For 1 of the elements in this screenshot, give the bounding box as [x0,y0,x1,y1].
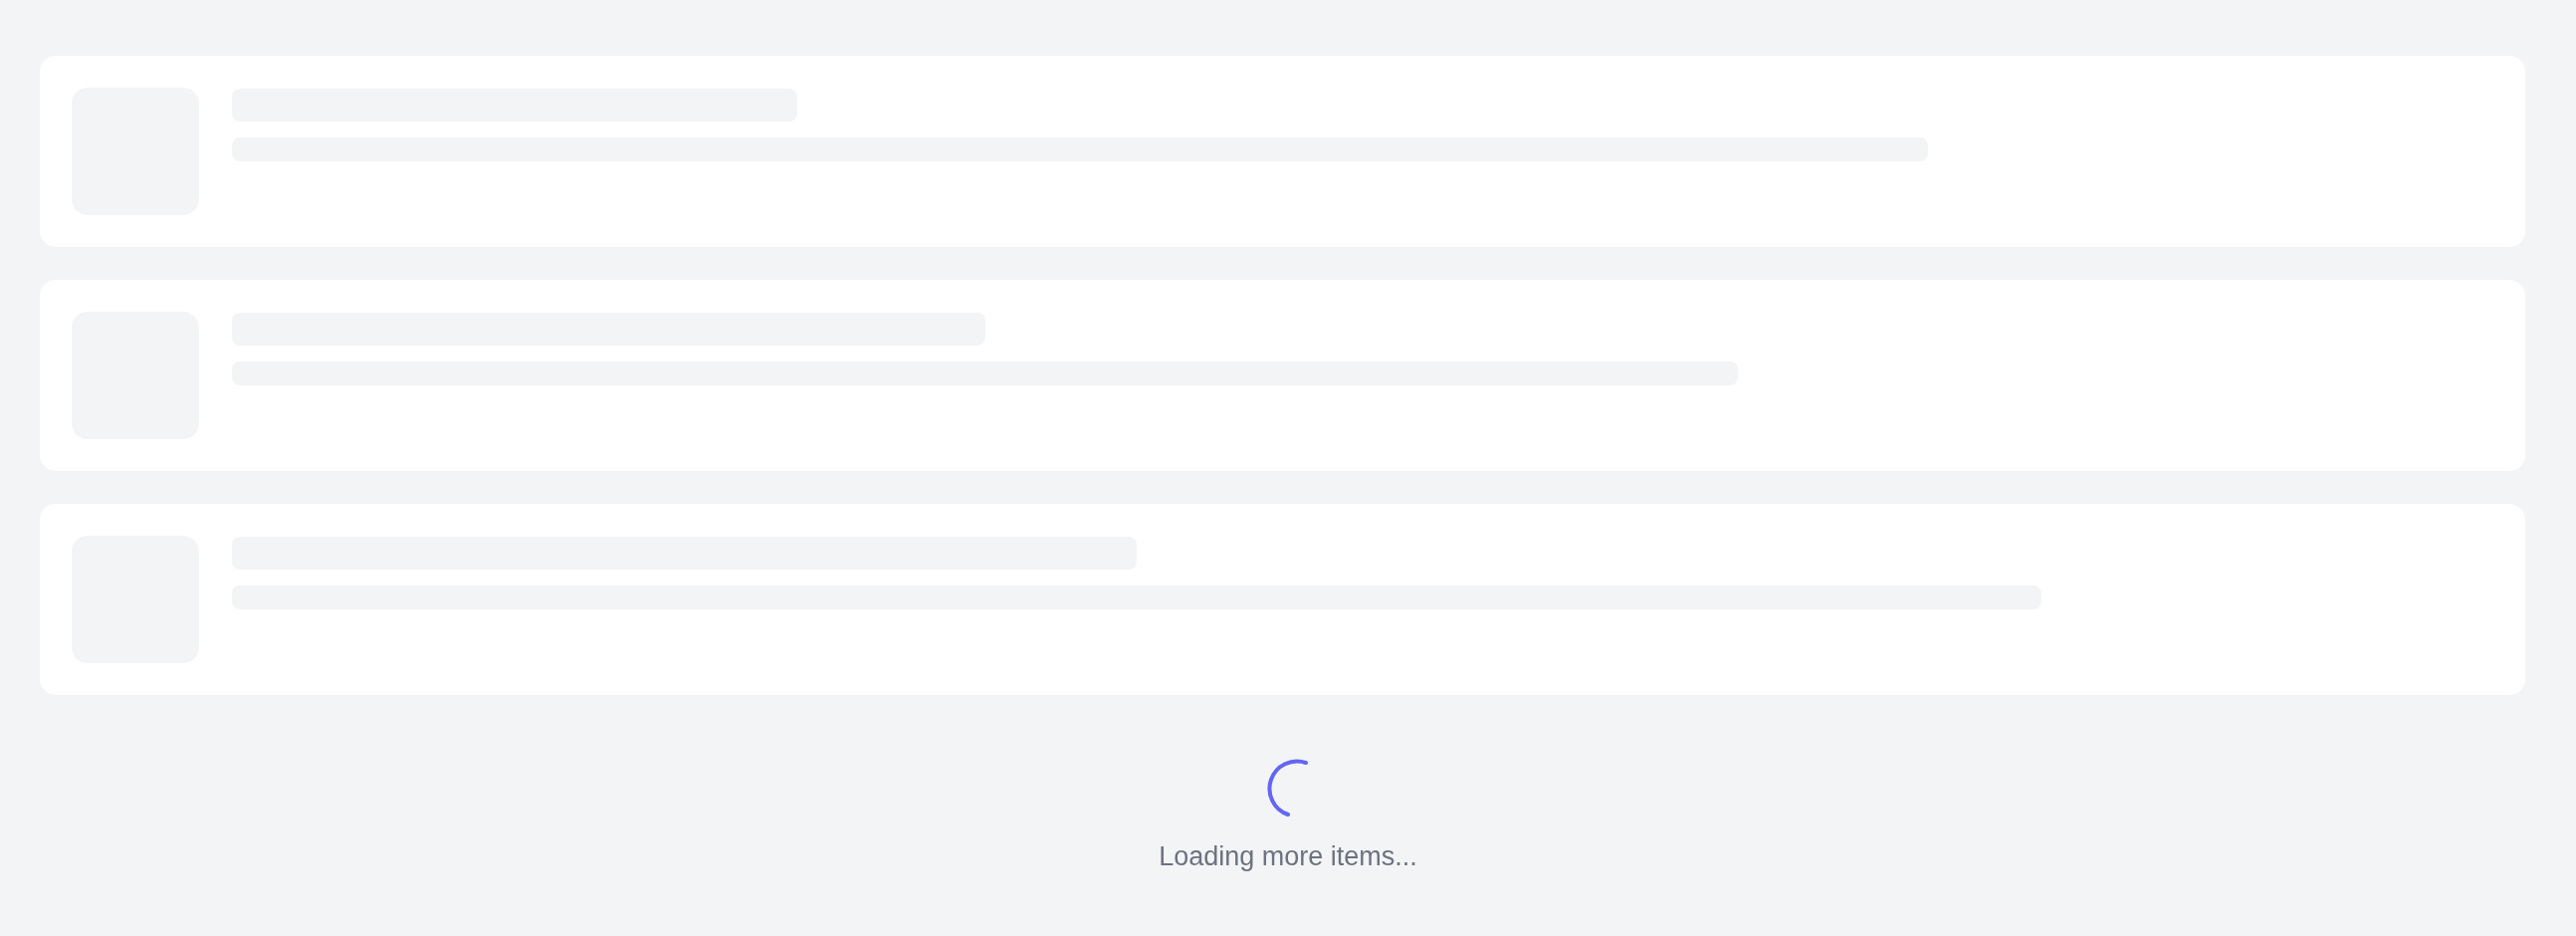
loading-message: Loading more items... [1159,840,1417,873]
